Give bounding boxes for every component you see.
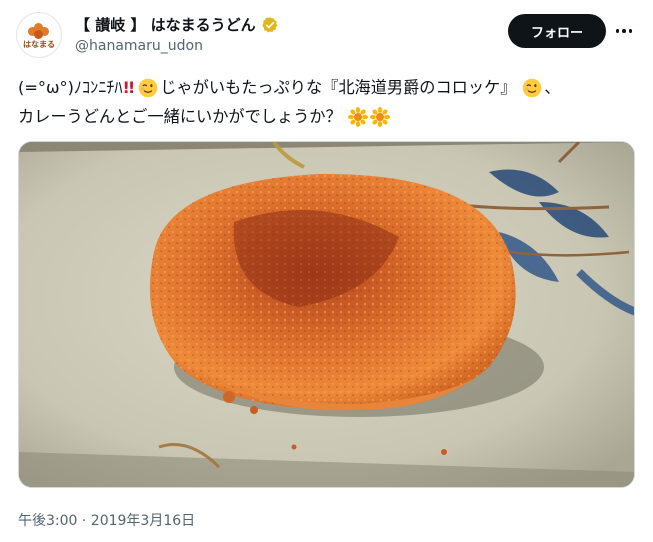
sunflower-icon — [347, 106, 368, 127]
display-name[interactable]: 【 讃岐 】 はなまるうどん — [75, 14, 256, 35]
tweet-photo[interactable] — [18, 141, 635, 488]
more-options-icon[interactable] — [612, 20, 636, 42]
winking-face-icon — [138, 78, 158, 97]
tweet-line-2: カレーうどんとご一緒にいかがでしょうか？ — [18, 102, 638, 131]
tweet-timestamp[interactable]: 午後3:00 · 2019年3月16日 — [18, 510, 195, 530]
sunflower-icon — [369, 106, 390, 127]
avatar-logo-text: はなまる — [23, 40, 55, 49]
follow-button[interactable]: フォロー — [508, 14, 606, 48]
verified-badge-icon — [262, 16, 278, 32]
avatar[interactable]: はなまる — [16, 12, 62, 58]
tweet-text: (=°ω°)ﾉｺﾝﾆﾁﾊ !! じゃがいもたっぷりな『北海道男爵のコロッケ』 、… — [18, 73, 638, 131]
tweet-line-2-text: カレーうどんとご一緒にいかがでしょうか？ — [18, 107, 342, 126]
flower-logo-icon — [28, 23, 50, 39]
tweet-line-1: (=°ω°)ﾉｺﾝﾆﾁﾊ !! じゃがいもたっぷりな『北海道男爵のコロッケ』 、 — [18, 73, 638, 102]
tweet-line-1-text: じゃがいもたっぷりな『北海道男爵のコロッケ』 — [160, 78, 517, 97]
account-name-row[interactable]: 【 讃岐 】 はなまるうどん — [75, 14, 279, 35]
tweet-line-1-end: 、 — [544, 78, 561, 97]
kaomoji-greeting: (=°ω°)ﾉｺﾝﾆﾁﾊ — [18, 78, 123, 97]
croquette-photo-icon — [19, 142, 634, 487]
account-handle[interactable]: @hanamaru_udon — [75, 38, 203, 54]
winking-face-icon — [523, 78, 542, 97]
double-exclamation-icon: !! — [122, 78, 136, 97]
